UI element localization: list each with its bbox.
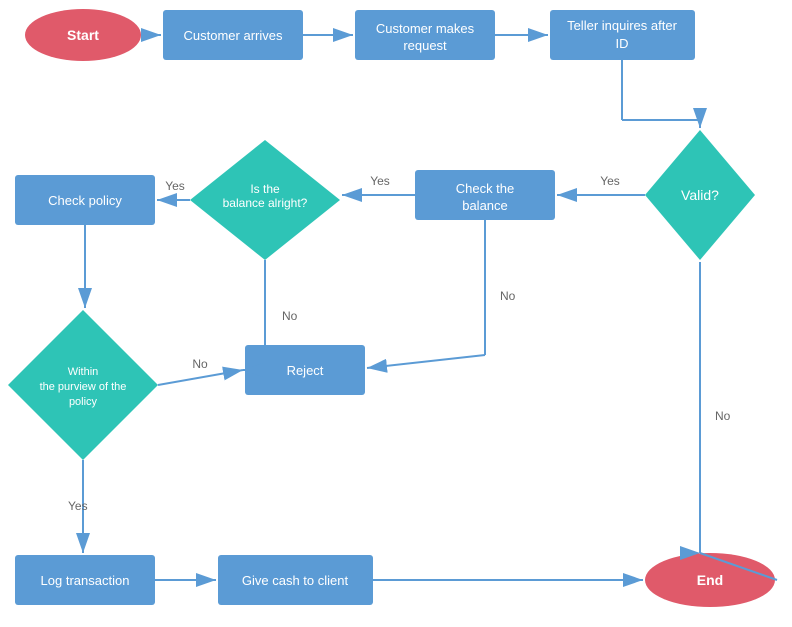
check-balance-label2: balance <box>462 198 508 213</box>
purview-label1: Within <box>68 366 99 378</box>
arrow-purview-no <box>158 370 243 385</box>
start-label: Start <box>67 27 99 43</box>
give-cash-label: Give cash to client <box>242 573 349 588</box>
customer-request-label: Customer makes <box>376 21 475 36</box>
purview-label3: policy <box>69 396 98 408</box>
log-transaction-label: Log transaction <box>41 573 130 588</box>
balance-no-label: No <box>500 289 516 303</box>
purview-yes-label: Yes <box>68 499 88 513</box>
teller-id-label2: ID <box>616 36 629 51</box>
balance-alright-label2: balance alright? <box>223 196 308 210</box>
reject-label: Reject <box>287 363 324 378</box>
purview-no-label: No <box>192 357 208 371</box>
check-balance-yes-label: Yes <box>370 174 390 188</box>
arrow-balance-no-reject <box>367 355 485 368</box>
balance-alright-yes-label: Yes <box>165 179 185 193</box>
flowchart: Start Customer arrives Customer makes re… <box>0 0 792 627</box>
valid-label: Valid? <box>681 187 719 203</box>
teller-id-label1: Teller inquires after <box>567 18 677 33</box>
customer-request-label2: request <box>403 38 447 53</box>
check-policy-label: Check policy <box>48 193 122 208</box>
check-balance-label1: Check the <box>456 181 515 196</box>
customer-arrives-label: Customer arrives <box>184 28 283 43</box>
end-label: End <box>697 572 723 588</box>
valid-no-label: No <box>715 409 731 423</box>
balance-alright-label1: Is the <box>250 182 280 196</box>
balance-alright-no-label: No <box>282 309 298 323</box>
purview-label2: the purview of the <box>40 381 127 393</box>
valid-yes-label: Yes <box>600 174 620 188</box>
